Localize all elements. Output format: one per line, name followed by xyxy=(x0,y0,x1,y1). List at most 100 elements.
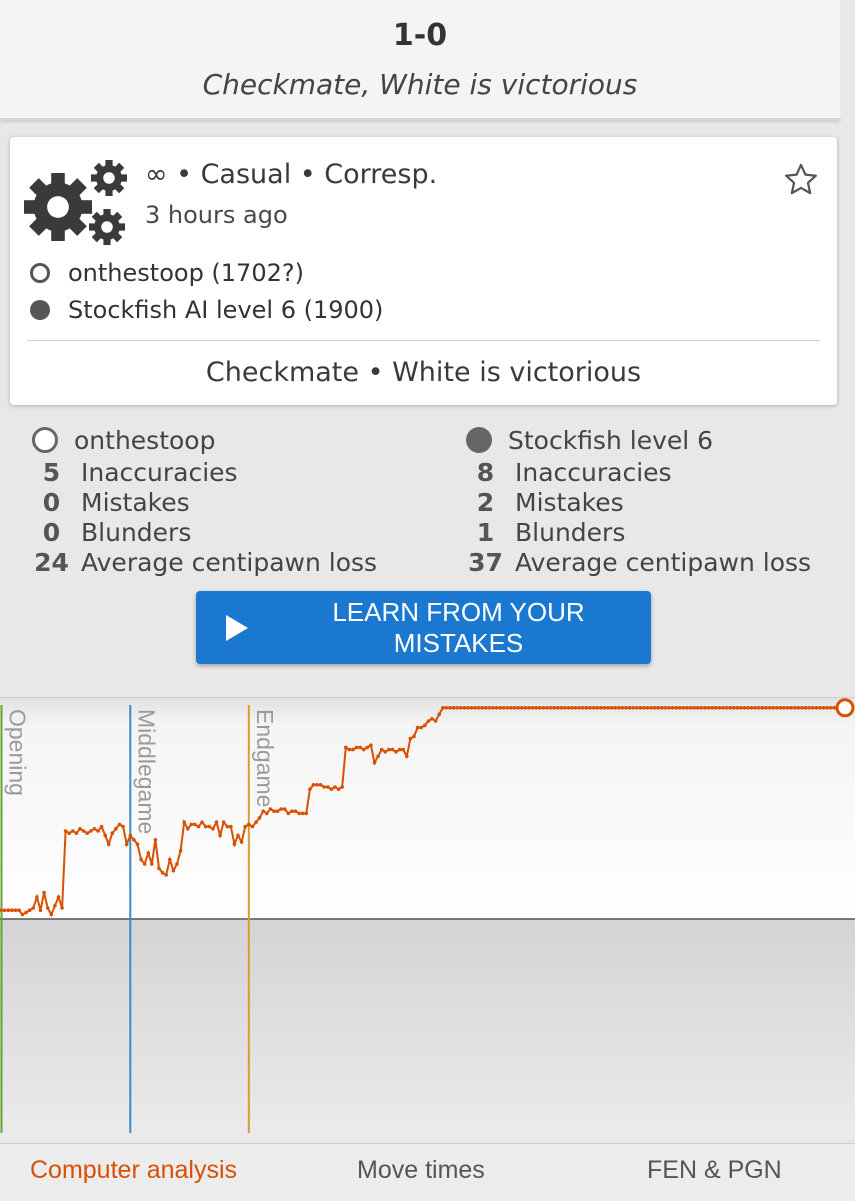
eval-point[interactable] xyxy=(771,706,775,710)
eval-point[interactable] xyxy=(139,857,143,862)
eval-point[interactable] xyxy=(311,783,316,787)
eval-point[interactable] xyxy=(168,857,172,862)
eval-point[interactable] xyxy=(272,809,276,813)
eval-point[interactable] xyxy=(153,838,158,842)
eval-point[interactable] xyxy=(749,706,754,710)
eval-point[interactable] xyxy=(275,809,280,813)
eval-point[interactable] xyxy=(789,706,793,710)
eval-point[interactable] xyxy=(484,706,488,710)
eval-point[interactable] xyxy=(670,706,675,710)
eval-point[interactable] xyxy=(667,706,671,710)
eval-point[interactable] xyxy=(616,706,621,710)
eval-point[interactable] xyxy=(807,706,811,710)
eval-point[interactable] xyxy=(663,706,668,710)
eval-point[interactable] xyxy=(369,743,373,747)
eval-point[interactable] xyxy=(437,712,442,717)
eval-point[interactable] xyxy=(703,706,707,710)
eval-point[interactable] xyxy=(344,745,348,750)
eval-point[interactable] xyxy=(203,824,208,829)
eval-point[interactable] xyxy=(602,706,607,710)
eval-point[interactable] xyxy=(660,706,664,710)
eval-point[interactable] xyxy=(117,822,122,827)
black-player[interactable]: Stockfish AI level 6 (1900) xyxy=(30,296,383,324)
eval-point[interactable] xyxy=(42,890,46,895)
eval-point[interactable] xyxy=(455,706,459,710)
eval-point[interactable] xyxy=(214,820,219,824)
evaluation-chart[interactable]: Opening Middlegame Endgame xyxy=(0,697,855,1139)
white-inaccuracies-row[interactable]: 5 Inaccuracies xyxy=(22,457,422,487)
eval-point[interactable] xyxy=(254,820,258,824)
eval-point[interactable] xyxy=(523,706,528,710)
eval-point[interactable] xyxy=(473,706,477,710)
eval-point[interactable] xyxy=(67,831,71,835)
black-mistakes-row[interactable]: 2 Mistakes xyxy=(456,487,855,517)
eval-point[interactable] xyxy=(218,833,222,838)
eval-point[interactable] xyxy=(775,706,779,710)
eval-point[interactable] xyxy=(243,824,247,829)
eval-point[interactable] xyxy=(390,747,395,752)
eval-point[interactable] xyxy=(706,706,711,710)
eval-point[interactable] xyxy=(742,706,747,710)
evaluation-chart-svg[interactable]: Opening Middlegame Endgame xyxy=(0,697,855,1139)
eval-point[interactable] xyxy=(81,829,86,833)
eval-point[interactable] xyxy=(469,706,474,710)
eval-point[interactable] xyxy=(261,809,266,813)
eval-point[interactable] xyxy=(268,807,273,811)
eval-point[interactable] xyxy=(581,706,585,710)
eval-point[interactable] xyxy=(20,912,25,917)
eval-point[interactable] xyxy=(53,904,57,908)
eval-point[interactable] xyxy=(239,840,244,844)
eval-point[interactable] xyxy=(534,706,538,710)
eval-point[interactable] xyxy=(315,783,319,787)
eval-point[interactable] xyxy=(358,745,362,750)
eval-point[interactable] xyxy=(121,824,125,829)
black-blunders-row[interactable]: 1 Blunders xyxy=(456,517,855,547)
eval-point[interactable] xyxy=(505,706,510,710)
eval-point[interactable] xyxy=(92,827,97,831)
eval-point[interactable] xyxy=(491,706,495,710)
eval-point[interactable] xyxy=(631,706,635,710)
eval-point[interactable] xyxy=(60,906,64,910)
eval-point[interactable] xyxy=(681,706,686,710)
eval-point[interactable] xyxy=(530,706,535,710)
eval-point[interactable] xyxy=(354,745,359,750)
eval-point[interactable] xyxy=(142,862,147,866)
eval-point[interactable] xyxy=(89,829,93,833)
eval-point[interactable] xyxy=(502,706,506,710)
eval-point[interactable] xyxy=(35,895,39,899)
eval-point[interactable] xyxy=(814,706,819,710)
eval-point[interactable] xyxy=(189,822,194,827)
eval-point[interactable] xyxy=(229,824,233,829)
eval-point[interactable] xyxy=(71,829,75,833)
eval-point[interactable] xyxy=(713,706,718,710)
eval-point[interactable] xyxy=(638,706,643,710)
eval-point[interactable] xyxy=(160,871,165,875)
eval-point[interactable] xyxy=(832,706,836,710)
eval-point[interactable] xyxy=(699,706,704,710)
eval-point[interactable] xyxy=(308,787,312,791)
eval-point[interactable] xyxy=(746,706,750,710)
eval-point[interactable] xyxy=(387,747,391,752)
eval-point[interactable] xyxy=(527,706,531,710)
eval-point[interactable] xyxy=(433,719,438,723)
eval-point[interactable] xyxy=(695,706,700,710)
eval-point[interactable] xyxy=(753,706,757,710)
eval-point[interactable] xyxy=(10,908,14,912)
eval-point[interactable] xyxy=(548,706,553,710)
eval-point[interactable] xyxy=(114,827,118,831)
eval-point[interactable] xyxy=(512,706,517,710)
current-position-marker[interactable] xyxy=(835,698,855,718)
learn-from-mistakes-button[interactable]: LEARN FROM YOUR MISTAKES xyxy=(196,591,651,664)
eval-point[interactable] xyxy=(27,908,32,912)
eval-point[interactable] xyxy=(279,807,283,811)
eval-point[interactable] xyxy=(63,829,68,833)
eval-point[interactable] xyxy=(451,706,456,710)
white-player[interactable]: onthestoop (1702?) xyxy=(30,259,304,287)
eval-point[interactable] xyxy=(351,747,355,752)
eval-point[interactable] xyxy=(728,706,732,710)
eval-point[interactable] xyxy=(293,809,298,813)
white-mistakes-row[interactable]: 0 Mistakes xyxy=(22,487,422,517)
eval-point[interactable] xyxy=(85,831,89,835)
eval-point[interactable] xyxy=(326,785,330,789)
eval-point[interactable] xyxy=(182,820,186,824)
